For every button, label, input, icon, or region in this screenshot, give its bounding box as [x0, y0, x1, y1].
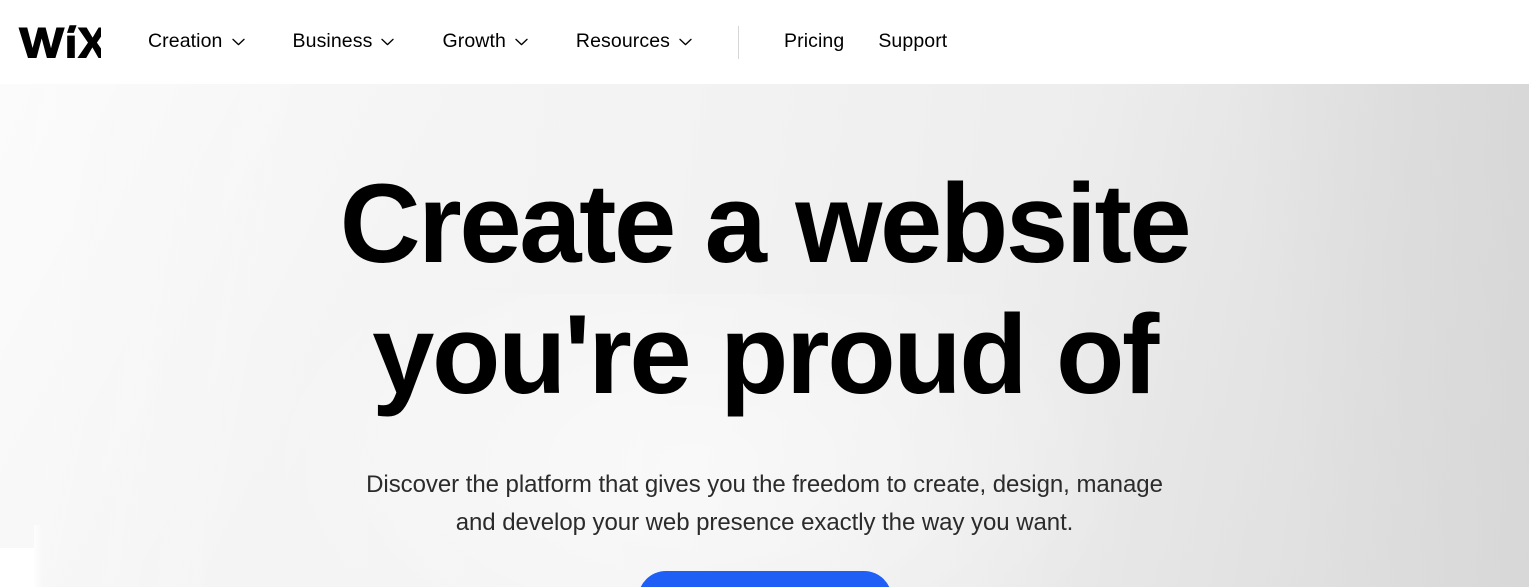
viewport-edge-artifact	[0, 548, 34, 587]
nav-item-business[interactable]: Business	[293, 0, 395, 84]
primary-navigation: Creation Business Growth Resources Prici…	[148, 0, 981, 84]
nav-item-support-label: Support	[878, 30, 948, 53]
viewport-edge-artifact-bar	[34, 525, 43, 587]
hero-section: Create a website you're proud of Discove…	[0, 84, 1529, 587]
chevron-down-icon	[381, 36, 395, 49]
hero-cta-container	[0, 571, 1529, 587]
hero-subtitle-line-1: Discover the platform that gives you the…	[366, 471, 1070, 498]
nav-item-business-label: Business	[292, 30, 373, 53]
nav-item-pricing-label: Pricing	[784, 30, 845, 53]
wix-logo-glyph	[18, 25, 101, 58]
hero-title-line-1: Create a website	[339, 161, 1192, 286]
nav-item-growth-label: Growth	[442, 30, 506, 53]
site-header: Creation Business Growth Resources Prici…	[0, 0, 1529, 84]
hero-title-line-2: you're proud of	[372, 292, 1159, 417]
wix-logo[interactable]	[17, 20, 101, 64]
nav-divider	[738, 25, 740, 59]
nav-item-creation-label: Creation	[148, 30, 223, 53]
nav-item-creation[interactable]: Creation	[148, 0, 245, 84]
nav-item-support[interactable]: Support	[878, 0, 947, 84]
nav-item-pricing[interactable]: Pricing	[784, 0, 844, 84]
hero-content: Create a website you're proud of Discove…	[0, 158, 1529, 587]
chevron-down-icon	[231, 36, 245, 49]
nav-item-resources[interactable]: Resources	[576, 0, 692, 84]
hero-subtitle: Discover the platform that gives you the…	[365, 466, 1165, 542]
chevron-down-icon	[515, 36, 528, 49]
nav-item-growth[interactable]: Growth	[442, 0, 528, 84]
chevron-down-icon	[679, 36, 692, 49]
wix-landing-page: Creation Business Growth Resources Prici…	[0, 0, 1529, 587]
hero-cta-button[interactable]	[637, 571, 892, 587]
hero-title: Create a website you're proud of	[0, 158, 1529, 420]
nav-item-resources-label: Resources	[575, 30, 671, 53]
